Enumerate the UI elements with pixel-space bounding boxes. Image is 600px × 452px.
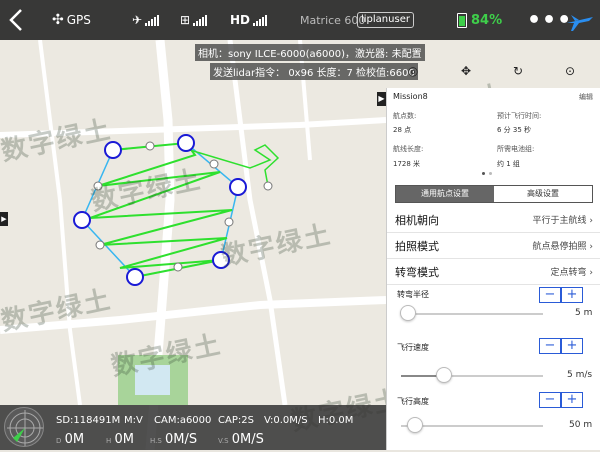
chevron-right-icon: ▶ xyxy=(1,215,7,223)
satellite-icon: ✈ xyxy=(132,13,143,27)
gps-label: GPS xyxy=(66,13,91,27)
remote-controller-icon: ⊞ xyxy=(180,13,191,27)
camera-orientation-value: 平行于主航线 › xyxy=(532,216,594,226)
vertical-speed-readout: V.S 0M/S xyxy=(218,432,264,447)
sd-status: SD:118491M xyxy=(56,415,121,426)
waypoint-count-value: 28 点 xyxy=(393,126,412,134)
flight-time-label: 预计飞行时间: xyxy=(497,112,542,120)
gps-status: ✣ GPS xyxy=(52,0,91,40)
altitude-slider-knob[interactable] xyxy=(407,417,424,433)
plus-button[interactable]: + xyxy=(561,392,583,408)
drone-model: Matrice 600 xyxy=(300,13,366,27)
chevron-right-icon: › xyxy=(589,216,593,226)
turn-radius-value: 5 m xyxy=(575,308,593,318)
speed-label: 飞行速度 xyxy=(397,343,429,352)
altitude-label: 飞行高度 xyxy=(397,397,429,406)
mission-panel: Mission8 编辑 航点数: 28 点 预计飞行时间: 6 分 35 秒 航… xyxy=(386,88,600,450)
plane-logo-icon xyxy=(567,15,593,31)
lidar-info-text: 发送lidar指令： 0x96 长度：7 检校值:6600 xyxy=(210,63,418,80)
cam-status: CAM:a6000 xyxy=(154,415,212,426)
altitude-stepper: − + xyxy=(539,392,583,408)
altitude-value: 50 m xyxy=(569,420,593,430)
stop-icon: ⊙ xyxy=(564,64,576,78)
signal-bars-icon xyxy=(145,14,160,26)
route-length-value: 1728 米 xyxy=(393,160,421,168)
stop-button[interactable]: ⊙ xyxy=(561,62,579,80)
drone-icon: ✣ xyxy=(52,12,64,28)
distance-readout: D 0M xyxy=(56,432,85,447)
remote-signal: ⊞ xyxy=(180,0,208,40)
radar-widget[interactable] xyxy=(4,407,44,447)
signal-bars-icon xyxy=(253,14,268,26)
tab-general[interactable]: 通用航点设置 xyxy=(396,186,494,202)
speed-stepper: − + xyxy=(539,338,583,354)
mission-name: Mission8 xyxy=(393,92,428,101)
flight-time-value: 6 分 35 秒 xyxy=(497,126,532,134)
hd-signal: HD xyxy=(230,0,268,40)
waypoint-count-label: 航点数: xyxy=(393,112,417,120)
minus-button[interactable]: − xyxy=(539,392,561,408)
battery-percent: 84% xyxy=(471,12,503,28)
horizontal-speed-readout: H.S 0M/S xyxy=(150,432,198,447)
settings-tabs: 通用航点设置 高级设置 xyxy=(395,185,593,203)
speed-value: 5 m/s xyxy=(567,370,593,380)
turn-mode-row[interactable]: 转弯模式 定点转弯 › xyxy=(387,259,600,285)
panel-collapse-handle[interactable]: ▶ xyxy=(377,92,386,106)
chevron-right-icon: › xyxy=(589,268,593,278)
turn-radius-slider-knob[interactable] xyxy=(400,305,417,321)
top-status-bar: ✣ GPS ✈ ⊞ HD Matrice 600 liplanuser 84% … xyxy=(0,0,600,40)
radar-icon xyxy=(7,410,43,446)
reset-view-button[interactable]: ↻ xyxy=(509,62,527,80)
satellite-icon: ✥ xyxy=(460,64,472,78)
plus-button[interactable]: + xyxy=(561,338,583,354)
refresh-icon: ↻ xyxy=(512,64,524,78)
turn-mode-value: 定点转弯 › xyxy=(550,268,594,278)
battery-needed-label: 所需电池组: xyxy=(497,145,535,153)
back-button[interactable] xyxy=(8,0,24,40)
turn-radius-label: 转弯半径 xyxy=(397,290,429,299)
left-panel-handle[interactable]: ▶ xyxy=(0,212,8,226)
turn-radius-stepper: − + xyxy=(539,287,583,303)
rc-signal: ✈ xyxy=(132,0,160,40)
photo-mode-value: 航点悬停拍照 › xyxy=(532,242,594,252)
signal-bars-icon xyxy=(193,14,208,26)
battery-needed-value: 约 1 组 xyxy=(497,160,520,168)
satellite-view-button[interactable]: ✥ xyxy=(457,62,475,80)
locate-icon: ◎ xyxy=(407,64,419,78)
cap-status: CAP:2S xyxy=(218,415,254,426)
v-status: V:0.0M/S xyxy=(264,415,308,426)
mv-status: M:V xyxy=(124,415,143,426)
page-indicator xyxy=(482,172,492,175)
locate-button[interactable]: ◎ xyxy=(404,62,422,80)
h-status: H:0.0M xyxy=(318,415,354,426)
speed-slider-knob[interactable] xyxy=(435,367,452,383)
edit-button[interactable]: 编辑 xyxy=(579,92,593,102)
route-length-label: 航线长度: xyxy=(393,145,424,153)
photo-mode-row[interactable]: 拍照模式 航点悬停拍照 › xyxy=(387,233,600,259)
camera-info-text: 相机：sony ILCE-6000(a6000)，激光器: 未配置 xyxy=(195,44,425,61)
turn-radius-slider[interactable] xyxy=(401,313,543,315)
camera-orientation-row[interactable]: 相机朝向 平行于主航线 › xyxy=(387,207,600,233)
minus-button[interactable]: − xyxy=(539,287,561,303)
chevron-right-icon: › xyxy=(589,242,593,252)
user-area[interactable]: liplanuser xyxy=(357,0,414,40)
height-readout: H 0M xyxy=(106,432,134,447)
tab-advanced[interactable]: 高级设置 xyxy=(494,186,592,202)
app-logo[interactable] xyxy=(565,0,595,40)
plus-button[interactable]: + xyxy=(561,287,583,303)
user-badge[interactable]: liplanuser xyxy=(357,12,414,28)
battery-status: 84% xyxy=(457,0,502,40)
photo-mode-label: 拍照模式 xyxy=(395,239,439,253)
bottom-telemetry-bar: SD:118491M M:V CAM:a6000 CAP:2S V:0.0M/S… xyxy=(0,405,386,450)
hd-label: HD xyxy=(230,13,251,27)
minus-button[interactable]: − xyxy=(539,338,561,354)
turn-mode-label: 转弯模式 xyxy=(395,265,439,279)
battery-icon xyxy=(457,12,467,28)
back-arrow-icon xyxy=(9,9,22,31)
chevron-right-icon: ▶ xyxy=(378,94,385,103)
camera-orientation-label: 相机朝向 xyxy=(395,213,439,227)
